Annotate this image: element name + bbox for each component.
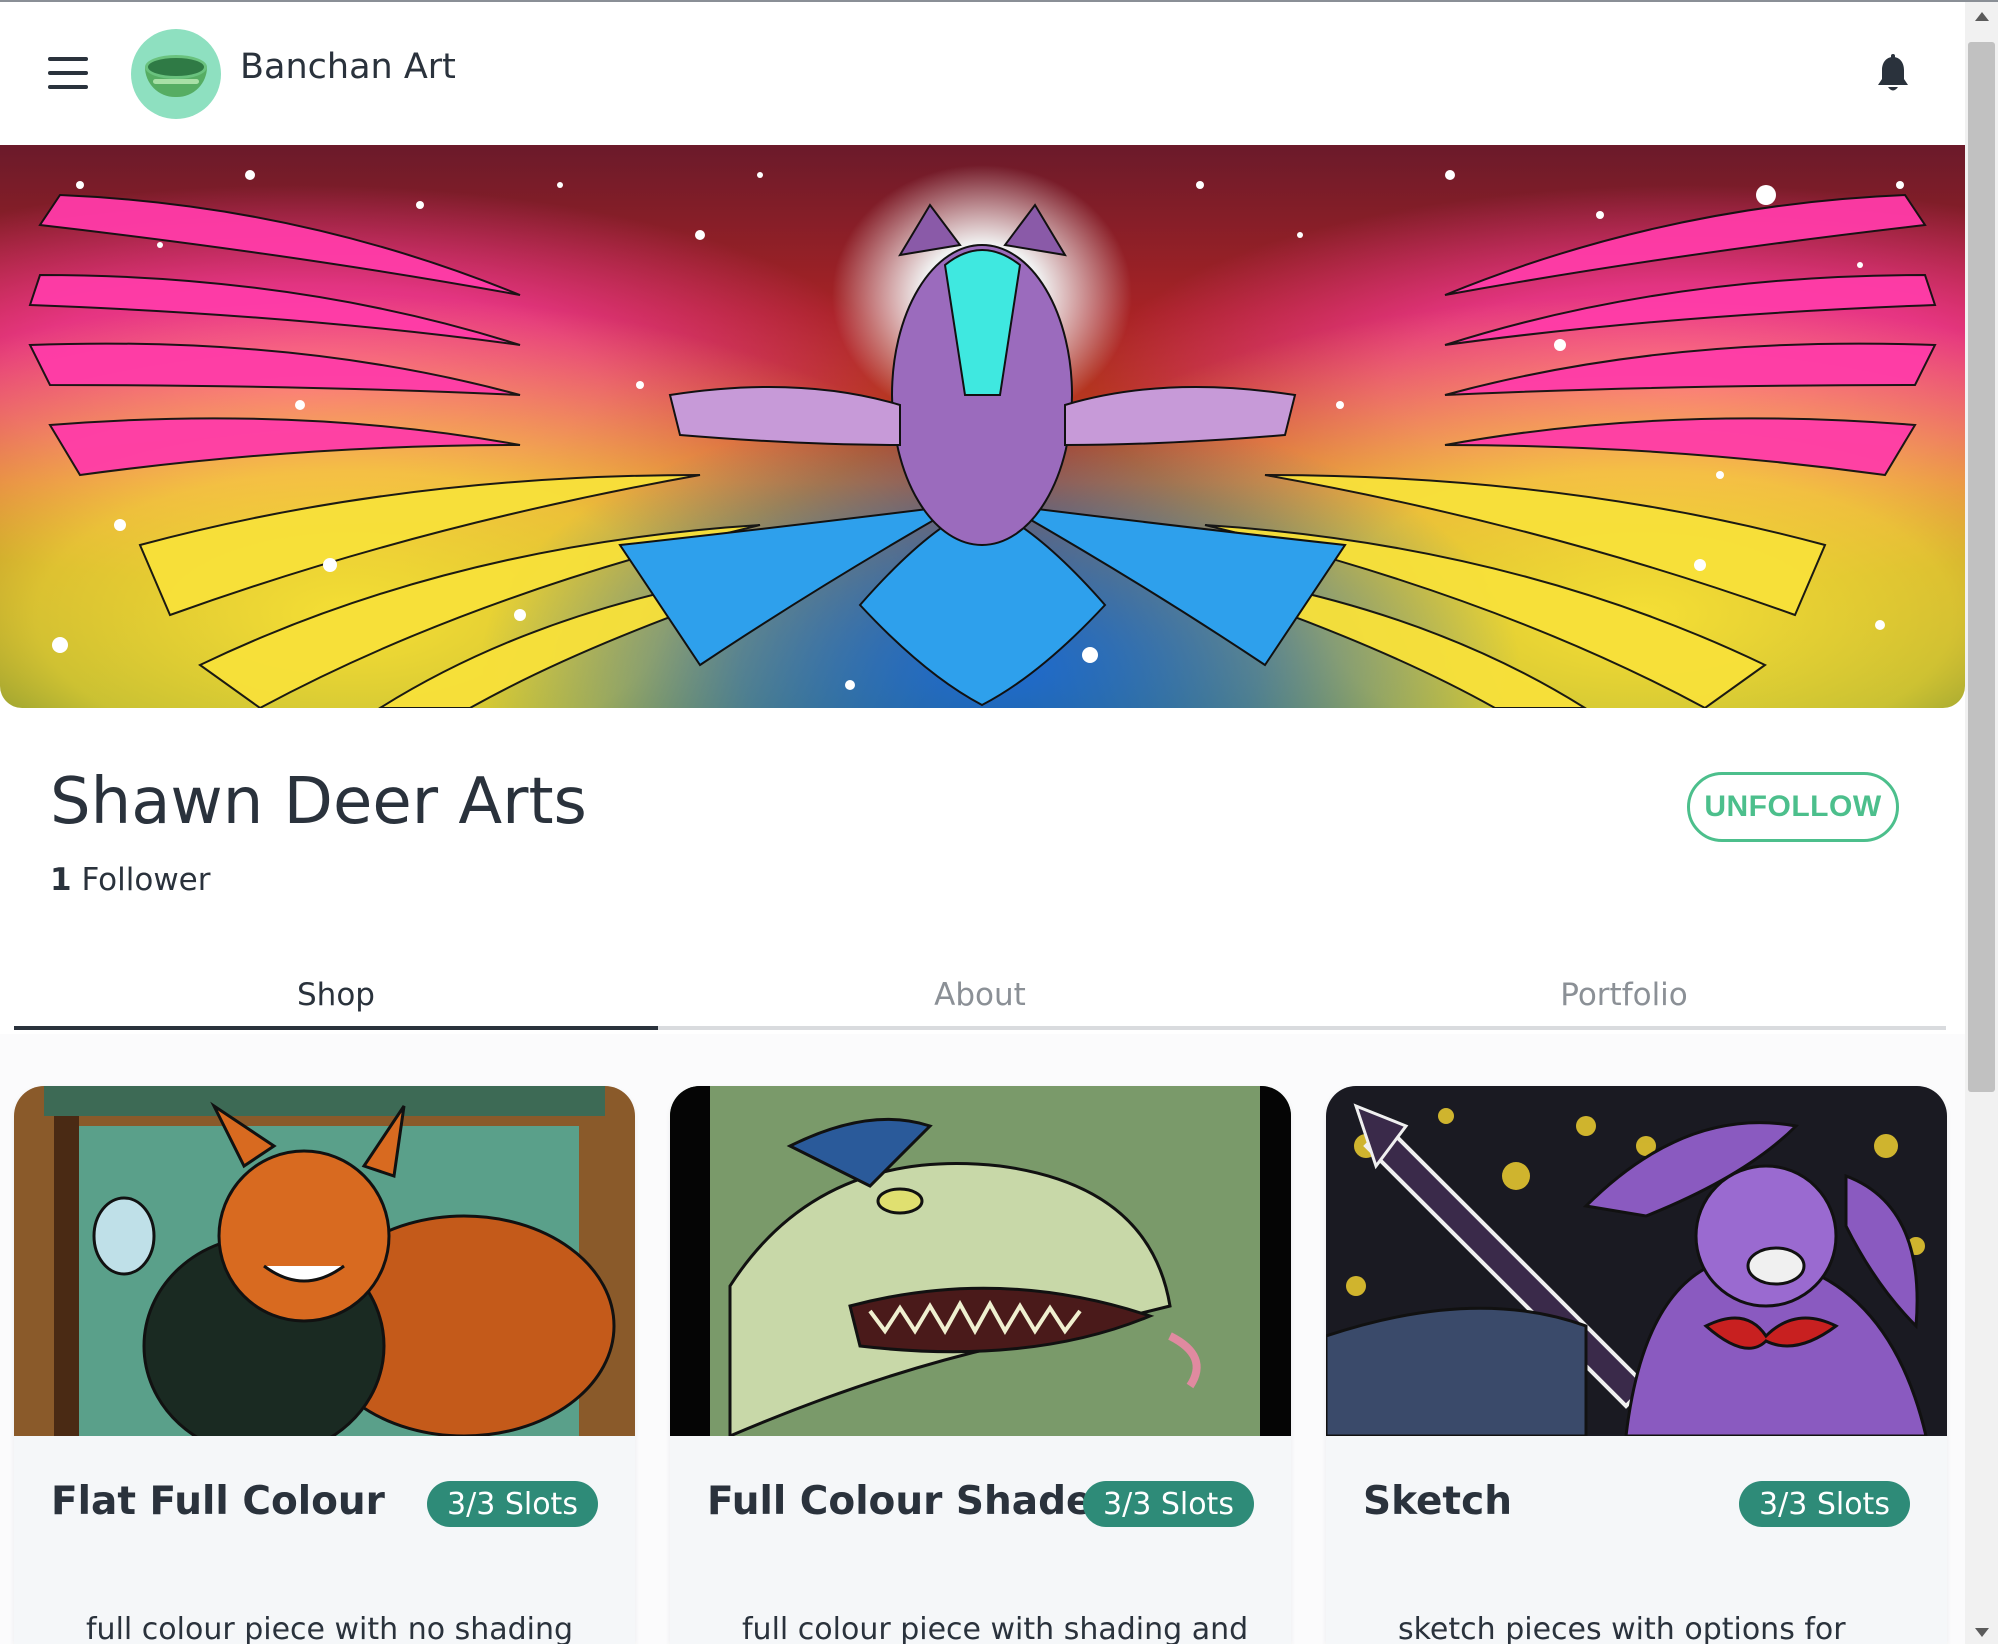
offering-title: Sketch (1363, 1479, 1512, 1524)
bell-icon[interactable] (1876, 54, 1910, 94)
offering-title: Full Colour Shaded (707, 1479, 1121, 1524)
tab-about[interactable]: About (658, 965, 1302, 1026)
unfollow-button[interactable]: UNFOLLOW (1687, 772, 1899, 842)
slots-badge: 3/3 Slots (1739, 1481, 1910, 1527)
profile-name: Shawn Deer Arts (50, 765, 587, 839)
slots-badge: 3/3 Slots (427, 1481, 598, 1527)
page-scrollbar[interactable] (1965, 2, 1998, 1644)
offering-thumbnail-image (14, 1086, 635, 1436)
offering-card[interactable]: Sketch 3/3 Slots sketch pieces with opti… (1326, 1086, 1947, 1644)
scroll-up-arrow-icon[interactable] (1975, 12, 1989, 21)
offering-thumbnail-image (1326, 1086, 1947, 1436)
offering-description: sketch pieces with options for (1398, 1612, 1846, 1644)
offering-card[interactable]: Full Colour Shaded 3/3 Slots full colour… (670, 1086, 1291, 1644)
hamburger-menu-icon[interactable] (48, 57, 88, 89)
brand-name[interactable]: Banchan Art (240, 47, 456, 87)
profile-banner-image (0, 145, 1965, 708)
offering-description: full colour piece with shading and (742, 1612, 1249, 1644)
follower-count-label: Follower (81, 862, 211, 898)
profile-tabs: Shop About Portfolio (14, 965, 1946, 1030)
tab-shop[interactable]: Shop (14, 965, 658, 1030)
slots-badge: 3/3 Slots (1083, 1481, 1254, 1527)
tab-portfolio[interactable]: Portfolio (1302, 965, 1946, 1026)
offering-thumbnail-image (670, 1086, 1291, 1436)
scrollbar-thumb[interactable] (1968, 42, 1995, 1092)
follower-count-number: 1 (50, 862, 72, 898)
offering-description: full colour piece with no shading (86, 1612, 574, 1644)
offering-card[interactable]: Flat Full Colour 3/3 Slots full colour p… (14, 1086, 635, 1644)
offering-title: Flat Full Colour (51, 1479, 385, 1524)
bowl-logo-icon[interactable] (131, 29, 221, 119)
navbar: Banchan Art (0, 2, 1965, 145)
follower-count[interactable]: 1 Follower (50, 862, 211, 898)
scroll-down-arrow-icon[interactable] (1975, 1628, 1989, 1637)
